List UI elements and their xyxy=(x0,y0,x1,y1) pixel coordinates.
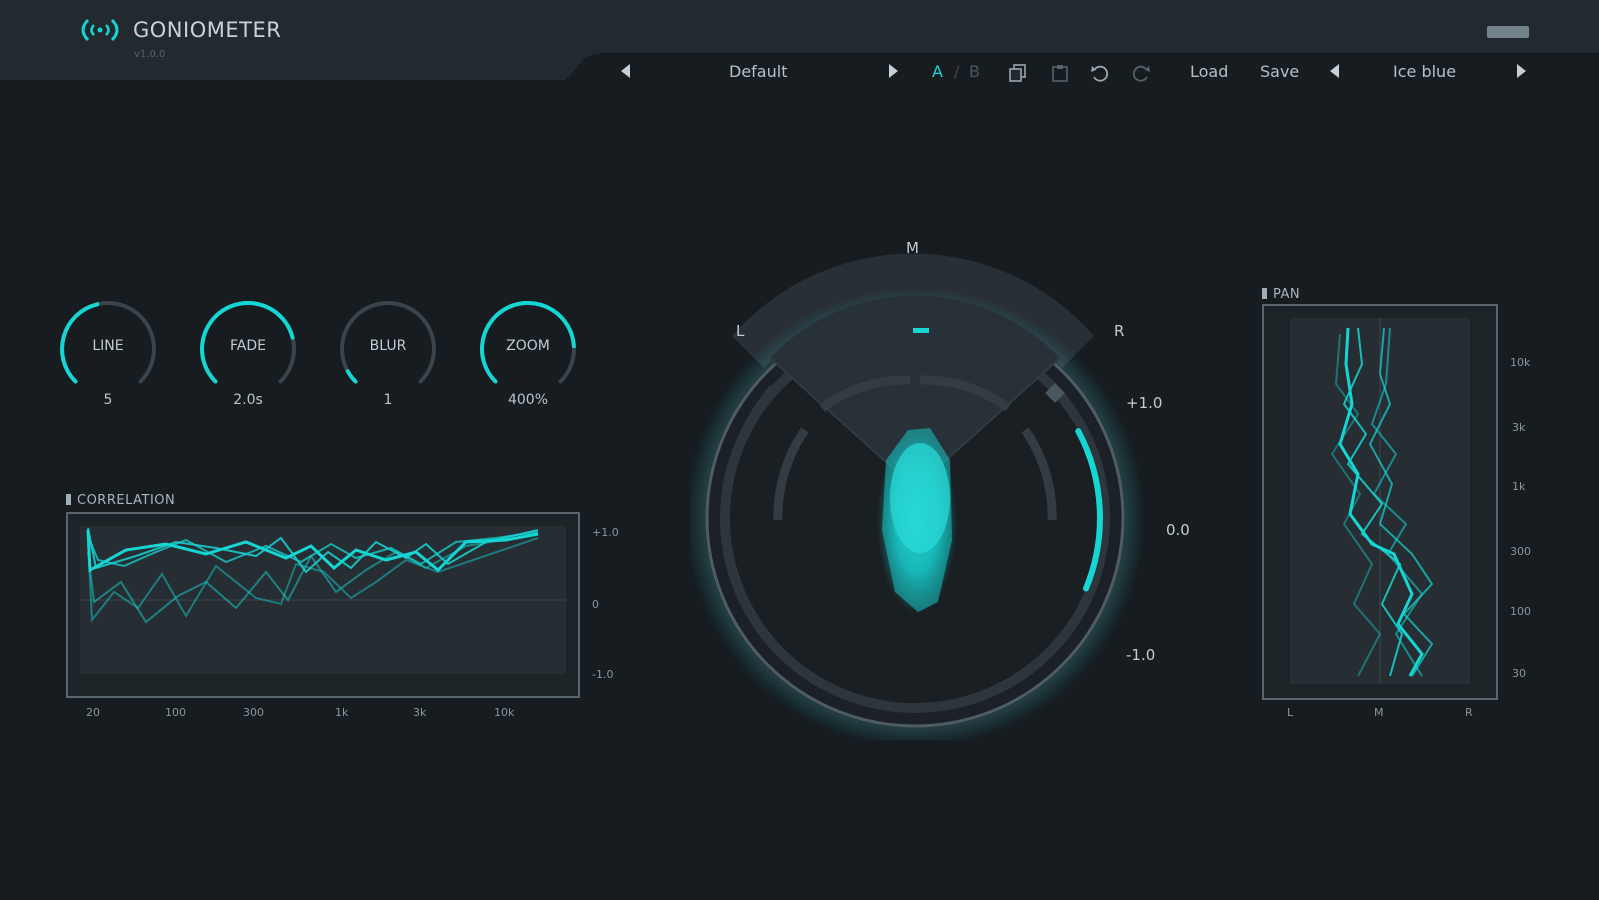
correlation-meter-min: -1.0 xyxy=(1126,646,1156,664)
pan-y-tick: 300 xyxy=(1510,545,1531,558)
menu-button[interactable] xyxy=(1487,26,1529,38)
redo-icon[interactable] xyxy=(1130,62,1152,84)
correlation-x-tick: 100 xyxy=(165,706,186,719)
top-bar: GONIOMETER v1.0.0 Default A / B Load Sav… xyxy=(0,0,1599,84)
pan-x-tick: L xyxy=(1287,706,1294,719)
pan-y-tick: 3k xyxy=(1512,421,1526,434)
correlation-x-tick: 300 xyxy=(243,706,264,719)
undo-icon[interactable] xyxy=(1089,62,1111,84)
correlation-x-tick: 10k xyxy=(494,706,515,719)
pan-y-tick: 1k xyxy=(1512,480,1526,493)
pan-y-tick: 100 xyxy=(1510,605,1531,618)
theme-prev-button[interactable] xyxy=(1330,64,1339,78)
correlation-x-tick: 3k xyxy=(413,706,427,719)
knob-line[interactable]: LINE 5 xyxy=(53,294,163,408)
theme-next-button[interactable] xyxy=(1517,64,1526,78)
pan-y-tick: 10k xyxy=(1510,356,1531,369)
correlation-y-tick: +1.0 xyxy=(592,526,619,539)
preset-prev-button[interactable] xyxy=(621,64,630,78)
ab-a-button[interactable]: A xyxy=(932,62,943,81)
pan-graph xyxy=(1262,304,1498,700)
correlation-x-tick: 20 xyxy=(86,706,100,719)
knob-blur-label: BLUR xyxy=(369,338,407,354)
goniometer-display xyxy=(685,253,1145,748)
app-title: GONIOMETER xyxy=(133,18,282,42)
preset-name[interactable]: Default xyxy=(729,62,787,81)
copy-icon[interactable] xyxy=(1007,62,1029,84)
knob-blur-value: 1 xyxy=(383,392,393,408)
knob-line-label: LINE xyxy=(92,338,124,354)
pan-x-tick: R xyxy=(1465,706,1473,719)
logo-icon xyxy=(80,16,120,44)
correlation-x-tick: 1k xyxy=(335,706,349,719)
correlation-y-tick: 0 xyxy=(592,598,599,611)
goniometer-r-label: R xyxy=(1114,322,1125,340)
save-button[interactable]: Save xyxy=(1260,62,1299,81)
paste-icon[interactable] xyxy=(1049,62,1071,84)
knob-zoom[interactable]: ZOOM 400% xyxy=(473,294,583,408)
correlation-y-tick: -1.0 xyxy=(592,668,614,681)
pan-label: PAN xyxy=(1262,287,1300,302)
knob-fade[interactable]: FADE 2.0s xyxy=(193,294,303,408)
goniometer-l-label: L xyxy=(736,322,745,340)
correlation-panel xyxy=(66,512,586,706)
ab-b-button[interactable]: B xyxy=(969,62,980,81)
knob-fade-label: FADE xyxy=(230,338,266,354)
correlation-meter-max: +1.0 xyxy=(1126,394,1163,412)
top-bar-background xyxy=(0,0,1599,80)
goniometer-m-label: M xyxy=(906,239,919,257)
knob-zoom-value: 400% xyxy=(507,392,549,408)
app-version: v1.0.0 xyxy=(134,49,166,60)
knob-fade-value: 2.0s xyxy=(233,392,263,408)
pan-x-tick: M xyxy=(1374,706,1384,719)
theme-name[interactable]: Ice blue xyxy=(1393,62,1456,81)
load-button[interactable]: Load xyxy=(1190,62,1228,81)
goniometer xyxy=(685,240,1170,748)
knob-zoom-label: ZOOM xyxy=(506,338,550,354)
ab-separator: / xyxy=(954,62,960,81)
correlation-meter-mid: 0.0 xyxy=(1166,521,1190,539)
preset-next-button[interactable] xyxy=(889,64,898,78)
knob-blur[interactable]: BLUR 1 xyxy=(333,294,443,408)
pan-y-tick: 30 xyxy=(1512,667,1526,680)
knob-line-value: 5 xyxy=(103,392,113,408)
pan-panel xyxy=(1262,304,1502,708)
correlation-graph xyxy=(66,512,580,698)
correlation-label: CORRELATION xyxy=(66,493,175,508)
